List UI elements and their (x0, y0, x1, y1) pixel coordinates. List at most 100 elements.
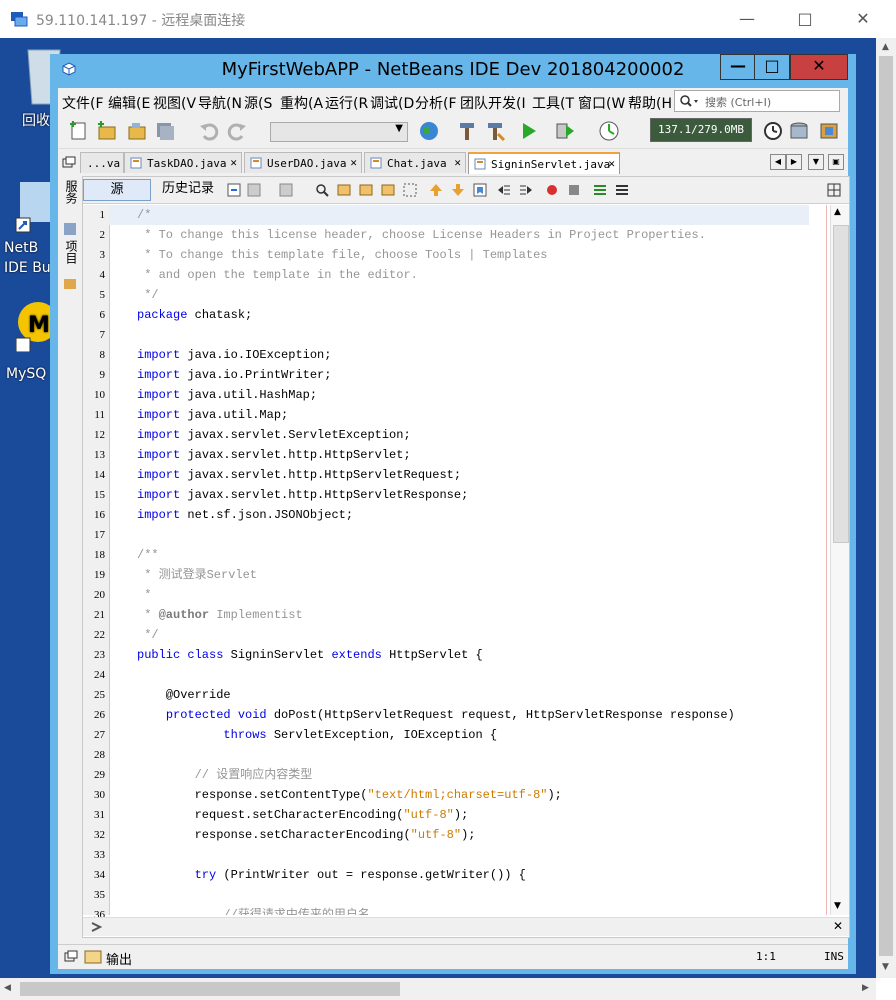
menu-item-6[interactable]: 运行(R (325, 93, 368, 113)
record-macro-icon[interactable] (545, 183, 559, 197)
find-previous-icon[interactable] (337, 183, 351, 197)
tab-close-icon[interactable]: ✕ (350, 156, 357, 169)
menu-item-2[interactable]: 视图(V (153, 93, 196, 113)
tab-list-dropdown-icon[interactable]: ▼ (808, 154, 824, 170)
scroll-left-icon[interactable]: ◀ (4, 983, 11, 993)
menu-item-4[interactable]: 源(S (244, 93, 272, 113)
menu-item-11[interactable]: 窗口(W (578, 93, 625, 113)
services-panel-icon[interactable] (63, 222, 77, 236)
code-line[interactable]: public class SigninServlet extends HttpS… (109, 645, 809, 665)
code-line[interactable]: request.setCharacterEncoding("utf-8"); (109, 805, 809, 825)
code-line[interactable]: @Override (109, 685, 809, 705)
gc-clock-icon[interactable] (762, 120, 784, 142)
code-line[interactable]: import javax.servlet.http.HttpServletRes… (109, 485, 809, 505)
code-line[interactable]: * @author Implementist (109, 605, 809, 625)
debug-icon[interactable] (554, 120, 576, 142)
nb-minimize-icon[interactable]: — (720, 54, 756, 80)
code-line[interactable]: * 测试登录Servlet (109, 565, 809, 585)
services-icon[interactable] (818, 120, 840, 142)
code-line[interactable] (109, 525, 809, 545)
code-line[interactable]: import javax.servlet.ServletException; (109, 425, 809, 445)
code-line[interactable]: */ (109, 625, 809, 645)
last-edit-icon[interactable] (227, 183, 241, 197)
memory-meter[interactable]: 137.1/279.0MB (650, 118, 752, 142)
projects-panel-icon[interactable] (63, 276, 77, 290)
code-line[interactable] (109, 325, 809, 345)
code-line[interactable]: package chatask; (109, 305, 809, 325)
desktop-icon-mysql[interactable]: M (15, 300, 58, 356)
editor-vertical-scrollbar[interactable]: ▲ ▼ (830, 205, 849, 915)
nb-close-icon[interactable]: ✕ (790, 54, 848, 80)
code-line[interactable]: import java.util.HashMap; (109, 385, 809, 405)
rdp-vertical-scrollbar[interactable]: ▲ ▼ (876, 38, 896, 978)
code-line[interactable]: /** (109, 545, 809, 565)
menu-item-1[interactable]: 编辑(E (108, 93, 150, 113)
code-line[interactable]: throws ServletException, IOException { (109, 725, 809, 745)
menu-item-8[interactable]: 分析(F (415, 93, 457, 113)
desktop-icon-netbeans[interactable] (14, 182, 54, 242)
open-project-icon[interactable] (126, 120, 148, 142)
configuration-select[interactable]: ▼ (270, 122, 408, 142)
menu-item-12[interactable]: 帮助(H (628, 93, 672, 113)
tab-close-icon[interactable]: ✕ (454, 156, 461, 169)
code-line[interactable]: * (109, 585, 809, 605)
tab-close-icon[interactable]: ✕ (608, 157, 615, 170)
code-line[interactable]: import javax.servlet.http.HttpServlet; (109, 445, 809, 465)
code-line[interactable] (109, 885, 809, 905)
tab-history[interactable]: 历史记录 (155, 179, 221, 199)
output-window-icon[interactable] (84, 949, 102, 965)
tab-scroll-left-icon[interactable]: ◀ (770, 154, 786, 170)
tab-scroll-right-icon[interactable]: ▶ (786, 154, 802, 170)
shift-left-icon[interactable] (497, 183, 511, 197)
back-icon[interactable] (247, 183, 261, 197)
toggle-highlight-icon[interactable] (403, 183, 417, 197)
maximize-icon[interactable]: □ (794, 8, 816, 30)
find-selection-icon[interactable] (381, 183, 395, 197)
editor-tab-userdao[interactable]: UserDAO.java ✕ (244, 152, 362, 173)
build-hammer-icon[interactable] (456, 120, 478, 142)
editor-tab-chat[interactable]: Chat.java ✕ (364, 152, 466, 173)
side-tab-services[interactable]: 服务 (63, 180, 80, 204)
nb-maximize-icon[interactable]: □ (754, 54, 790, 80)
output-window-label[interactable]: 输出 (106, 949, 132, 968)
find-next-icon[interactable] (359, 183, 373, 197)
code-line[interactable]: import java.util.Map; (109, 405, 809, 425)
scroll-down-icon[interactable]: ▼ (834, 901, 841, 911)
code-line[interactable]: /* (109, 205, 809, 225)
code-line[interactable]: response.setCharacterEncoding("utf-8"); (109, 825, 809, 845)
code-line[interactable]: import net.sf.json.JSONObject; (109, 505, 809, 525)
tab-source[interactable]: 源 (83, 179, 151, 201)
menu-item-0[interactable]: 文件(F (62, 93, 104, 113)
code-line[interactable]: import java.io.PrintWriter; (109, 365, 809, 385)
code-line[interactable]: * To change this license header, choose … (109, 225, 809, 245)
code-line[interactable] (109, 665, 809, 685)
minimize-icon[interactable]: — (736, 8, 758, 30)
menu-item-5[interactable]: 重构(A (280, 93, 323, 113)
editor-tab-signinservlet[interactable]: SigninServlet.java ✕ (468, 152, 620, 174)
stop-macro-icon[interactable] (567, 183, 581, 197)
restore-window-icon[interactable] (64, 950, 78, 962)
code-line[interactable]: import javax.servlet.http.HttpServletReq… (109, 465, 809, 485)
next-bookmark-icon[interactable] (451, 183, 465, 197)
menu-item-3[interactable]: 导航(N (198, 93, 242, 113)
editor-vscroll-thumb[interactable] (833, 225, 849, 543)
save-all-icon[interactable] (154, 120, 176, 142)
scroll-right-icon[interactable]: ▶ (862, 983, 869, 993)
profile-icon[interactable] (598, 120, 620, 142)
code-line[interactable]: // 设置响应内容类型 (109, 765, 809, 785)
editor-tab-taskdao[interactable]: TaskDAO.java ✕ (124, 152, 242, 173)
undo-icon[interactable] (198, 120, 220, 142)
code-line[interactable]: try (PrintWriter out = response.getWrite… (109, 865, 809, 885)
code-line[interactable]: import java.io.IOException; (109, 345, 809, 365)
tab-close-icon[interactable]: ✕ (230, 156, 237, 169)
database-icon[interactable] (788, 120, 810, 142)
menu-item-9[interactable]: 团队开发(I (460, 93, 526, 113)
close-panel-icon[interactable]: ✕ (833, 919, 843, 933)
rdp-hscroll-thumb[interactable] (20, 982, 400, 996)
shift-right-icon[interactable] (519, 183, 533, 197)
code-area[interactable]: /* * To change this license header, choo… (109, 205, 809, 915)
rdp-vscroll-thumb[interactable] (879, 56, 893, 956)
restore-editor-icon[interactable]: ▣ (828, 154, 844, 170)
clean-build-icon[interactable] (484, 120, 506, 142)
code-line[interactable]: response.setContentType("text/html;chars… (109, 785, 809, 805)
